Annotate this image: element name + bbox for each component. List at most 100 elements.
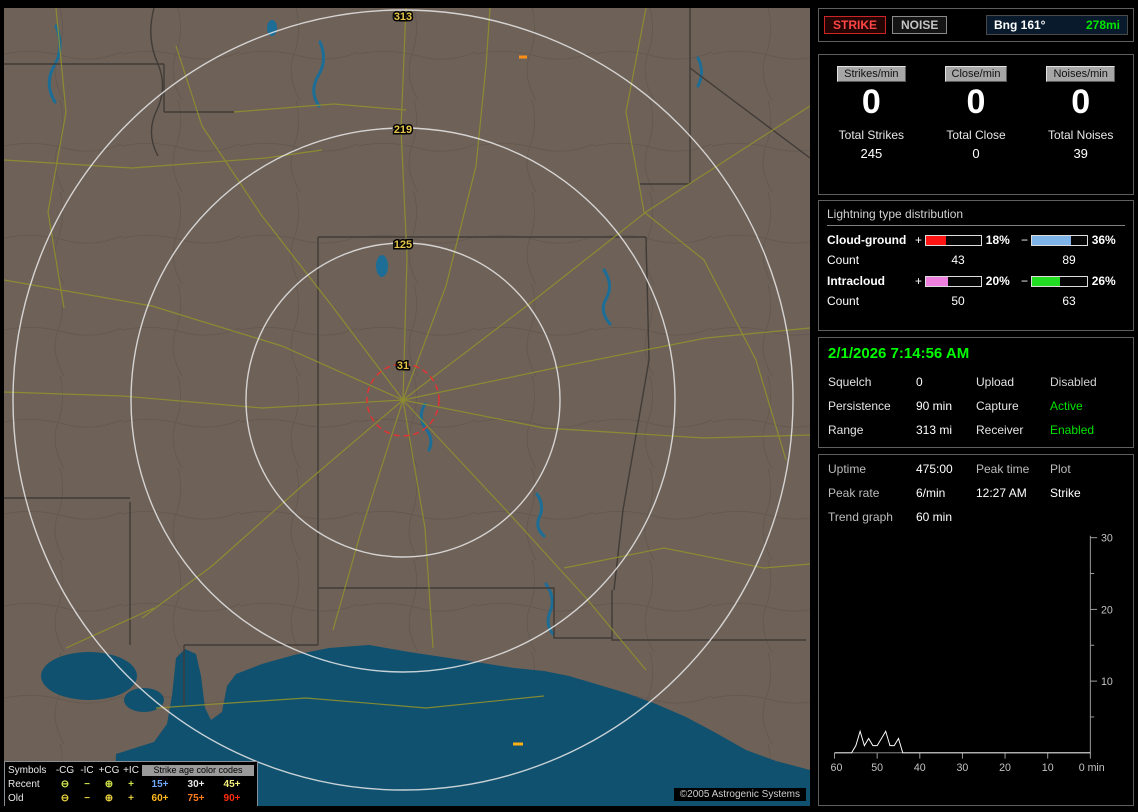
side-panel: STRIKE NOISE Bng 161° 278mi Strikes/min … [816,0,1138,812]
total-close-value: 0 [972,146,980,162]
peak-time-value: 12:27 AM [976,486,1027,500]
peak-time-label: Peak time [976,462,1030,476]
close-per-min-button[interactable]: Close/min [944,66,1008,82]
legend-row-label: Recent [8,778,40,790]
trend-section: Uptime 475:00 Peak time Plot Peak rate 6… [818,454,1134,806]
legend-col-nic: -IC [80,764,94,776]
legend-col-pic: +IC [123,764,139,776]
ic-minus-count: 63 [1062,294,1076,308]
pic-symbol-icon: + [128,792,134,804]
intracloud-label: Intracloud [827,274,886,288]
cg-minus-bar [1030,234,1088,246]
cloud-ground-row: Cloud-ground + 18% − 36% [827,233,1125,247]
strike-mode-button[interactable]: STRIKE [824,16,887,34]
range-ring-label-31: 31 [397,360,409,372]
x-tick-zero: 0 min [1079,762,1105,774]
capture-label: Capture [976,399,1019,413]
noise-mode-button[interactable]: NOISE [892,16,948,34]
ic-plus-count: 50 [951,294,965,308]
legend-row-label: Old [8,792,24,804]
plot-label: Plot [1050,462,1071,476]
trend-graph-label: Trend graph [828,510,893,524]
peak-rate-label: Peak rate [828,486,880,500]
x-tick-50: 50 [871,762,883,774]
count-label: Count [827,253,860,267]
x-tick-20: 20 [999,762,1011,774]
bearing-readout: Bng 161° 278mi [986,15,1128,35]
intracloud-row: Intracloud + 20% − 26% [827,274,1125,288]
x-tick-40: 40 [914,762,926,774]
minus-sign: − [1020,274,1028,288]
age-code: 90+ [223,792,241,804]
plot-value: Strike [1050,486,1081,500]
ic-minus-bar [1030,275,1088,287]
age-code: 60+ [151,792,169,804]
legend-row-recent: Recent ⊖ − ⊕ + 15+ 30+ 45+ [8,777,254,791]
status-grid: Squelch 0 Upload Disabled Persistence 90… [828,375,1124,437]
pcg-symbol-icon: ⊕ [104,792,114,804]
trend-chart: 30 20 10 60 50 40 30 20 10 0 min [831,533,1113,775]
trend-window-value: 60 min [916,510,953,524]
squelch-label: Squelch [828,375,872,389]
ic-plus-bar [924,275,982,287]
cg-minus-pct: 36% [1091,233,1116,247]
capture-value: Active [1050,399,1083,413]
legend-header: Symbols -CG -IC +CG +IC Strike age color… [8,763,254,777]
noises-per-min-button[interactable]: Noises/min [1046,66,1115,82]
minus-sign: − [1020,233,1028,247]
status-section: 2/1/2026 7:14:56 AM Squelch 0 Upload Dis… [818,337,1134,448]
app-window: 313 219 125 31 Symbols -CG -IC +CG +IC S… [0,0,1138,812]
age-code: 15+ [151,778,169,790]
upload-value: Disabled [1050,375,1097,389]
total-noises-value: 39 [1073,146,1088,162]
lightning-map[interactable]: 313 219 125 31 Symbols -CG -IC +CG +IC S… [4,8,810,806]
x-tick-10: 10 [1042,762,1054,774]
strikes-per-min-button[interactable]: Strikes/min [837,66,906,82]
cg-plus-bar [924,234,982,246]
legend-col-ncg: -CG [55,764,75,776]
squelch-value: 0 [916,375,923,389]
pcg-symbol-icon: ⊕ [104,778,114,790]
range-value: 313 mi [916,423,953,437]
y-tick-10: 10 [1101,676,1113,688]
trend-line [834,729,1091,754]
session-grid: Uptime 475:00 Peak time Plot Peak rate 6… [828,462,1124,500]
total-noises-label: Total Noises [1047,128,1114,143]
noises-counter: Noises/min 0 Total Noises 39 [1028,64,1133,194]
cloud-ground-count-row: Count 43 89 [827,253,1125,267]
nic-symbol-icon: − [84,778,90,790]
total-strikes-value: 245 [860,146,883,162]
ic-minus-pct: 26% [1091,274,1116,288]
date-time: 2/1/2026 7:14:56 AM [828,345,970,362]
range-ring-label-313: 313 [394,11,412,23]
map-canvas: 313 219 125 31 [4,8,810,806]
cloud-ground-label: Cloud-ground [827,233,907,247]
y-tick-20: 20 [1101,604,1113,616]
uptime-label: Uptime [828,462,867,476]
distribution-title: Lightning type distribution [827,207,1125,226]
cg-plus-count: 43 [951,253,965,267]
plus-sign: + [915,233,923,247]
bearing-value: Bng 161° [994,18,1046,32]
strikes-per-min-value: 0 [861,83,881,121]
range-label: Range [828,423,864,437]
cg-minus-count: 89 [1062,253,1076,267]
age-code: 30+ [187,778,205,790]
strikes-counter: Strikes/min 0 Total Strikes 245 [819,64,924,194]
age-code: 75+ [187,792,205,804]
persistence-value: 90 min [916,399,953,413]
intracloud-count-row: Count 50 63 [827,294,1125,308]
copyright-text: ©2005 Astrogenic Systems [673,788,806,801]
ncg-symbol-icon: ⊖ [60,792,70,804]
x-tick-60: 60 [831,762,843,774]
uptime-value: 475:00 [916,462,953,476]
y-tick-30: 30 [1101,533,1113,545]
age-code: 45+ [223,778,241,790]
map-legend: Symbols -CG -IC +CG +IC Strike age color… [4,761,258,806]
nic-symbol-icon: − [84,792,90,804]
cg-plus-pct: 18% [985,233,1010,247]
legend-col-pcg: +CG [98,764,120,776]
legend-row-old: Old ⊖ − ⊕ + 60+ 75+ 90+ [8,791,254,805]
noises-per-min-value: 0 [1071,83,1091,121]
receiver-value: Enabled [1050,423,1095,437]
